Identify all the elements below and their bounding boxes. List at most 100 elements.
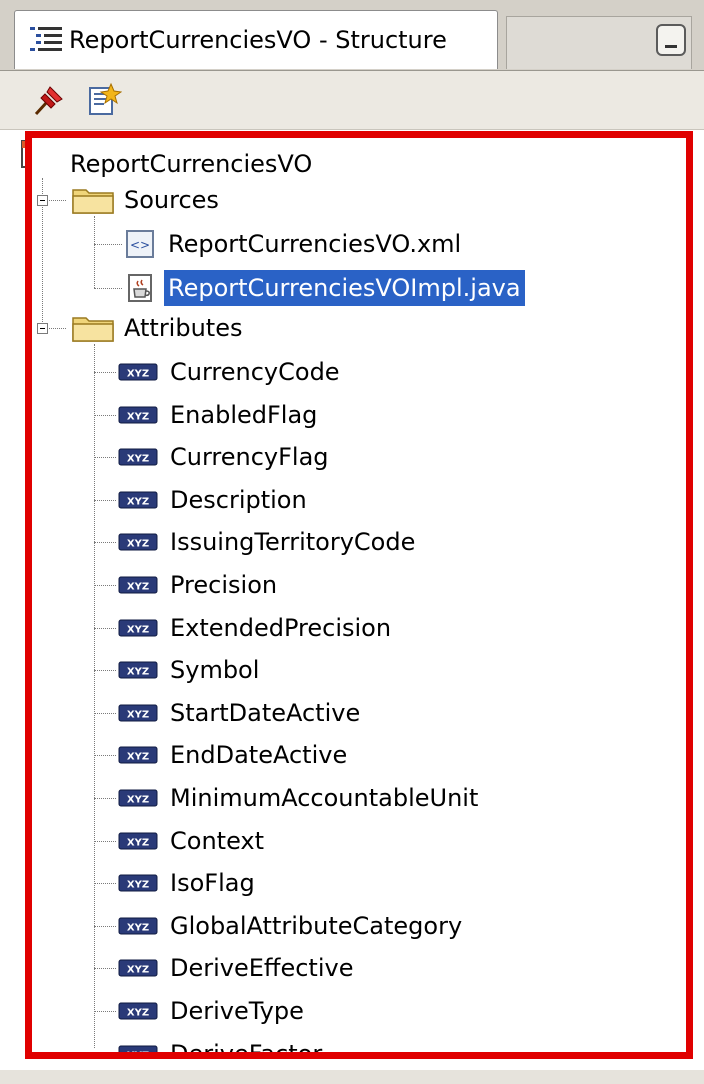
source-xml-label: ReportCurrenciesVO.xml	[168, 230, 462, 258]
attribute-label: Precision	[170, 571, 278, 599]
svg-text:XYZ: XYZ	[127, 412, 149, 423]
attribute-icon: XYZ	[118, 959, 158, 977]
tree-item-attribute[interactable]: XYZ IssuingTerritoryCode	[118, 524, 419, 560]
attribute-icon: XYZ	[118, 832, 158, 850]
attribute-connector	[94, 670, 116, 671]
svg-text:XYZ: XYZ	[127, 795, 149, 806]
sources-children-connector	[94, 216, 95, 288]
tree-item-attribute[interactable]: XYZ StartDateActive	[118, 695, 364, 731]
tree-item-attribute[interactable]: XYZ EnabledFlag	[118, 397, 321, 433]
attribute-connector	[94, 713, 116, 714]
tree-item-attribute[interactable]: XYZ ExtendedPrecision	[118, 610, 395, 646]
tree-item-attribute[interactable]: XYZ DeriveFactor	[118, 1036, 326, 1060]
attribute-icon: XYZ	[118, 576, 158, 594]
tree-item-attribute[interactable]: XYZ Context	[118, 823, 268, 859]
attribute-icon: XYZ	[118, 363, 158, 381]
svg-text:XYZ: XYZ	[127, 454, 149, 465]
tree-item-attribute[interactable]: XYZ Description	[118, 482, 311, 518]
structure-tree: ReportCurrenciesVO Sources <> ReportCurr…	[25, 131, 693, 1059]
attribute-label: GlobalAttributeCategory	[170, 912, 463, 940]
tree-item-attribute[interactable]: XYZ Symbol	[118, 652, 263, 688]
attribute-connector	[94, 500, 116, 501]
svg-text:XYZ: XYZ	[127, 625, 149, 636]
tree-item-attribute[interactable]: XYZ CurrencyFlag	[118, 439, 333, 475]
attribute-icon: XYZ	[118, 1045, 158, 1060]
attribute-icon: XYZ	[118, 917, 158, 935]
source-java-label: ReportCurrenciesVOImpl.java	[164, 270, 525, 306]
attribute-label: EnabledFlag	[170, 401, 318, 429]
tree-item-attribute[interactable]: XYZ Precision	[118, 567, 281, 603]
attribute-connector	[94, 841, 116, 842]
structure-toolbar	[0, 71, 704, 130]
tree-root-node[interactable]: ReportCurrenciesVO	[66, 146, 316, 182]
svg-text:XYZ: XYZ	[127, 752, 149, 763]
attribute-connector	[94, 457, 116, 458]
attribute-label: CurrencyCode	[170, 358, 340, 386]
attribute-connector	[94, 883, 116, 884]
attribute-label: Context	[170, 827, 265, 855]
panel-tab-bar: ReportCurrenciesVO - Structure	[0, 0, 704, 71]
svg-text:XYZ: XYZ	[127, 582, 149, 593]
folder-icon	[72, 189, 114, 214]
sources-expander[interactable]	[37, 195, 48, 206]
attribute-label: IsoFlag	[170, 869, 255, 897]
tree-item-attribute[interactable]: XYZ GlobalAttributeCategory	[118, 908, 466, 944]
svg-text:XYZ: XYZ	[127, 1051, 149, 1060]
attribute-label: DeriveEffective	[170, 954, 354, 982]
svg-text:XYZ: XYZ	[127, 539, 149, 550]
structure-tab[interactable]: ReportCurrenciesVO - Structure	[14, 10, 498, 69]
attributes-expander[interactable]	[37, 323, 48, 334]
svg-text:XYZ: XYZ	[127, 838, 149, 849]
attribute-label: CurrencyFlag	[170, 443, 329, 471]
attribute-connector	[94, 628, 116, 629]
folder-label-attributes: Attributes	[124, 314, 243, 342]
edit-document-icon[interactable]	[84, 81, 122, 119]
attribute-icon: XYZ	[118, 406, 158, 424]
folder-icon	[72, 317, 114, 342]
xml-file-icon: <>	[126, 230, 154, 258]
attribute-label: EndDateActive	[170, 741, 348, 769]
tree-item-xml[interactable]: <> ReportCurrenciesVO.xml	[124, 226, 465, 262]
svg-text:<>: <>	[130, 238, 150, 252]
tree-item-java[interactable]: ReportCurrenciesVOImpl.java	[124, 270, 525, 306]
pin-icon[interactable]	[30, 81, 68, 119]
xml-connector	[94, 244, 122, 245]
folder-label-sources: Sources	[124, 186, 219, 214]
attribute-label: Description	[170, 486, 307, 514]
tree-folder-sources[interactable]: Sources	[72, 182, 223, 218]
attribute-icon: XYZ	[118, 661, 158, 679]
panel-title: ReportCurrenciesVO - Structure	[69, 26, 447, 54]
structure-icon	[30, 27, 62, 51]
attribute-connector	[94, 1011, 116, 1012]
svg-text:XYZ: XYZ	[127, 497, 149, 508]
attribute-label: ExtendedPrecision	[170, 614, 392, 642]
minimize-button[interactable]	[656, 24, 686, 56]
svg-text:XYZ: XYZ	[127, 1008, 149, 1019]
attributes-children-connector	[94, 344, 95, 1048]
attribute-connector	[94, 968, 116, 969]
attribute-icon: XYZ	[118, 874, 158, 892]
attribute-label: DeriveType	[170, 997, 304, 1025]
tree-item-attribute[interactable]: XYZ IsoFlag	[118, 865, 259, 901]
attribute-connector	[94, 1054, 116, 1055]
tree-folder-attributes[interactable]: Attributes	[72, 310, 246, 346]
svg-text:XYZ: XYZ	[127, 667, 149, 678]
tree-item-attribute[interactable]: XYZ DeriveType	[118, 993, 308, 1029]
svg-text:XYZ: XYZ	[127, 965, 149, 976]
attribute-connector	[94, 542, 116, 543]
attribute-icon: XYZ	[118, 533, 158, 551]
tree-item-attribute[interactable]: XYZ EndDateActive	[118, 737, 351, 773]
tree-item-attribute[interactable]: XYZ CurrencyCode	[118, 354, 344, 390]
java-connector	[94, 288, 122, 289]
attribute-icon: XYZ	[118, 1002, 158, 1020]
svg-text:XYZ: XYZ	[127, 880, 149, 891]
attribute-label: IssuingTerritoryCode	[170, 528, 416, 556]
attribute-icon: XYZ	[118, 704, 158, 722]
svg-text:XYZ: XYZ	[127, 923, 149, 934]
attribute-connector	[94, 798, 116, 799]
tree-item-attribute[interactable]: XYZ DeriveEffective	[118, 950, 357, 986]
java-file-icon	[128, 274, 152, 302]
attribute-icon: XYZ	[118, 789, 158, 807]
attribute-connector	[94, 415, 116, 416]
tree-item-attribute[interactable]: XYZ MinimumAccountableUnit	[118, 780, 482, 816]
